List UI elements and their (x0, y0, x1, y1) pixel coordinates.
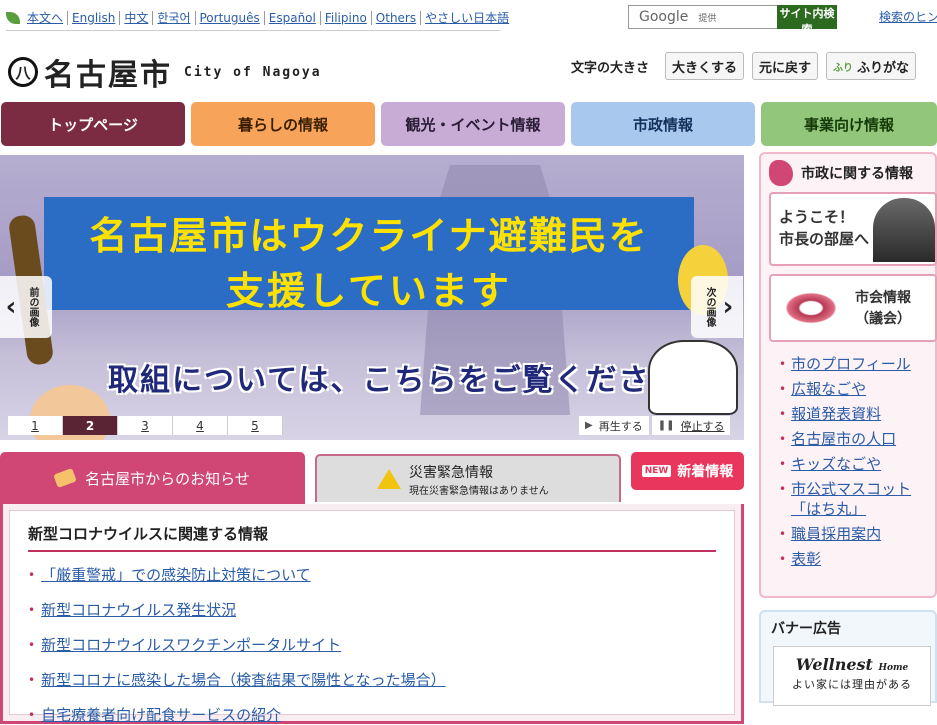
list-item: • 自宅療養者向け配食サービスの紹介 (28, 704, 282, 725)
stop-button[interactable]: ❚❚ 停止する (651, 416, 731, 435)
sidebar-link-profile[interactable]: 市のプロフィール (791, 354, 911, 374)
notice-title: 新型コロナウイルスに関連する情報 (28, 523, 716, 552)
lang-chinese-link[interactable]: 中文 (120, 11, 154, 25)
site-search: Google 提供 サイト内検索 (628, 5, 837, 36)
tab-city-admin[interactable]: 市政情報 (571, 102, 755, 146)
notice-panel: 新型コロナウイルスに関連する情報 • 「厳重警戒」での感染防止対策について • 新型… (0, 504, 744, 724)
list-item: • 表彰 (779, 549, 822, 569)
notice-link[interactable]: 自宅療養者向け配食サービスの紹介 (41, 704, 281, 725)
notice-link[interactable]: 新型コロナウイルスワクチンポータルサイト (41, 634, 341, 655)
lang-others-link[interactable]: Others (372, 11, 422, 25)
hero-subtext: 取組については、こちらをご覧ください (108, 363, 683, 398)
tab-tourism[interactable]: 観光・イベント情報 (381, 102, 565, 146)
tab-living[interactable]: 暮らしの情報 (191, 102, 375, 146)
lang-spanish-link[interactable]: Español (265, 11, 321, 25)
wellnest-ad[interactable]: Wellnest Home よい家には理由がある (773, 646, 931, 706)
list-item: • 市のプロフィール (779, 354, 911, 374)
mascot-icon (769, 160, 793, 186)
sidebar-link-koho[interactable]: 広報なごや (791, 379, 866, 399)
pause-icon: ❚❚ (657, 420, 675, 431)
play-icon: ▶ (585, 420, 593, 431)
site-logo[interactable]: 八 名古屋市 City of Nagoya (8, 50, 322, 94)
tab-business[interactable]: 事業向け情報 (761, 102, 937, 146)
logo-english: City of Nagoya (184, 64, 322, 80)
chevron-right-icon: › (722, 292, 734, 322)
sidebar-link-mascot[interactable]: 市公式マスコット「はち丸」 (791, 479, 935, 519)
next-slide-button[interactable]: 次の画像 › (691, 276, 743, 338)
list-item: • 名古屋市の人口 (779, 429, 897, 449)
sidebar-links: • 市のプロフィール • 広報なごや • 報道発表資料 • 名古屋市の人口 • キッズなご… (761, 350, 935, 569)
banner-ad-section: バナー広告 Wellnest Home よい家には理由がある (759, 610, 937, 706)
slide-pager: 1 2 3 4 5 (8, 416, 283, 435)
list-item: • 市公式マスコット「はち丸」 (779, 479, 935, 519)
sidebar-link-kids[interactable]: キッズなごや (791, 454, 881, 474)
main-nav: トップページ 暮らしの情報 観光・イベント情報 市政情報 事業向け情報 (1, 102, 937, 146)
warning-icon (377, 469, 401, 489)
logo-japanese: 名古屋市 (44, 58, 172, 93)
tab-new-info[interactable]: NEW 新着情報 (631, 452, 744, 490)
list-item: • 新型コロナウイルス発生状況 (28, 599, 237, 620)
sidebar-link-awards[interactable]: 表彰 (791, 549, 821, 569)
council-chamber-image (781, 290, 841, 326)
mayor-room-banner[interactable]: ようこそ！ 市長の部屋へ (769, 192, 937, 266)
mascot-castle-illustration (648, 340, 738, 415)
list-item: • キッズなごや (779, 454, 882, 474)
furigana-button[interactable]: ふり ふりがな (826, 52, 917, 80)
council-info-banner[interactable]: 市会情報 （議会） (769, 274, 937, 342)
list-item: • 報道発表資料 (779, 404, 882, 424)
lang-filipino-link[interactable]: Filipino (321, 11, 372, 25)
slide-page-3[interactable]: 3 (118, 416, 173, 435)
notice-link[interactable]: 新型コロナウイルス発生状況 (41, 599, 236, 620)
prev-slide-button[interactable]: ‹ 前の画像 (0, 276, 52, 338)
site-search-button[interactable]: サイト内検索 (777, 5, 837, 36)
font-reset-button[interactable]: 元に戻す (752, 52, 819, 80)
skip-to-content-link[interactable]: 本文へ (23, 11, 69, 25)
new-badge: NEW (641, 465, 672, 477)
wellnest-logo: Wellnest Home (795, 655, 909, 674)
leaf-icon (6, 12, 20, 24)
font-size-controls: 文字の大きさ 大きくする 元に戻す ふり ふりがな (571, 52, 924, 80)
hero-headline-2: 支援しています (226, 269, 512, 313)
lang-english-link[interactable]: English (68, 11, 121, 25)
slide-page-1[interactable]: 1 (8, 416, 63, 435)
list-item: • 新型コロナウイルスワクチンポータルサイト (28, 634, 342, 655)
furigana-icon: ふり (833, 62, 854, 74)
search-input[interactable]: Google 提供 (628, 5, 777, 29)
mayor-photo (873, 198, 935, 262)
tab-top-page[interactable]: トップページ (1, 102, 185, 146)
sidebar-link-recruit[interactable]: 職員採用案内 (791, 524, 881, 544)
list-item: • 新型コロナに感染した場合（検査結果で陽性となった場合） (28, 669, 446, 690)
notice-link[interactable]: 「厳重警戒」での感染防止対策について (41, 564, 311, 585)
font-size-label: 文字の大きさ (571, 60, 650, 76)
sidebar-link-press[interactable]: 報道発表資料 (791, 404, 881, 424)
city-info-sidebar: 市政に関する情報 ようこそ！ 市長の部屋へ 市会情報 （議会） • 市のプロフィー… (759, 152, 937, 598)
search-hint-link[interactable]: 検索のヒント (879, 8, 937, 25)
sidebar-header: 市政に関する情報 (761, 154, 935, 192)
sidebar-link-population[interactable]: 名古屋市の人口 (791, 429, 896, 449)
chevron-left-icon: ‹ (5, 292, 17, 322)
hero-headline-1: 名古屋市はウクライナ避難民を (89, 214, 649, 258)
list-item: • 広報なごや (779, 379, 867, 399)
lang-korean-link[interactable]: 한국어 (153, 11, 196, 25)
slide-page-5[interactable]: 5 (228, 416, 283, 435)
lang-easy-japanese-link[interactable]: やさしい日本語 (421, 11, 513, 25)
font-bigger-button[interactable]: 大きくする (665, 52, 745, 80)
lang-portuguese-link[interactable]: Português (196, 11, 265, 25)
divider (6, 30, 500, 31)
slide-play-controls: ▶ 再生する ❚❚ 停止する (576, 416, 731, 435)
language-bar: 本文へ English 中文 한국어 Português Español Fil… (6, 6, 513, 30)
hero-slider[interactable]: 名古屋市はウクライナ避難民を 支援しています 取組については、こちらをご覧くださ… (0, 155, 744, 440)
play-button[interactable]: ▶ 再生する (579, 416, 649, 435)
megaphone-icon (53, 468, 77, 488)
tab-city-notices[interactable]: 名古屋市からのお知らせ (0, 452, 305, 504)
tab-disaster-info[interactable]: 災害緊急情報 現在災害緊急情報はありません (315, 454, 621, 502)
banner-ad-title: バナー広告 (771, 621, 841, 637)
city-emblem-icon: 八 (8, 57, 38, 87)
slide-page-2[interactable]: 2 (63, 416, 118, 435)
slide-page-4[interactable]: 4 (173, 416, 228, 435)
notice-link[interactable]: 新型コロナに感染した場合（検査結果で陽性となった場合） (41, 669, 446, 690)
list-item: • 職員採用案内 (779, 524, 882, 544)
list-item: • 「厳重警戒」での感染防止対策について (28, 564, 311, 585)
